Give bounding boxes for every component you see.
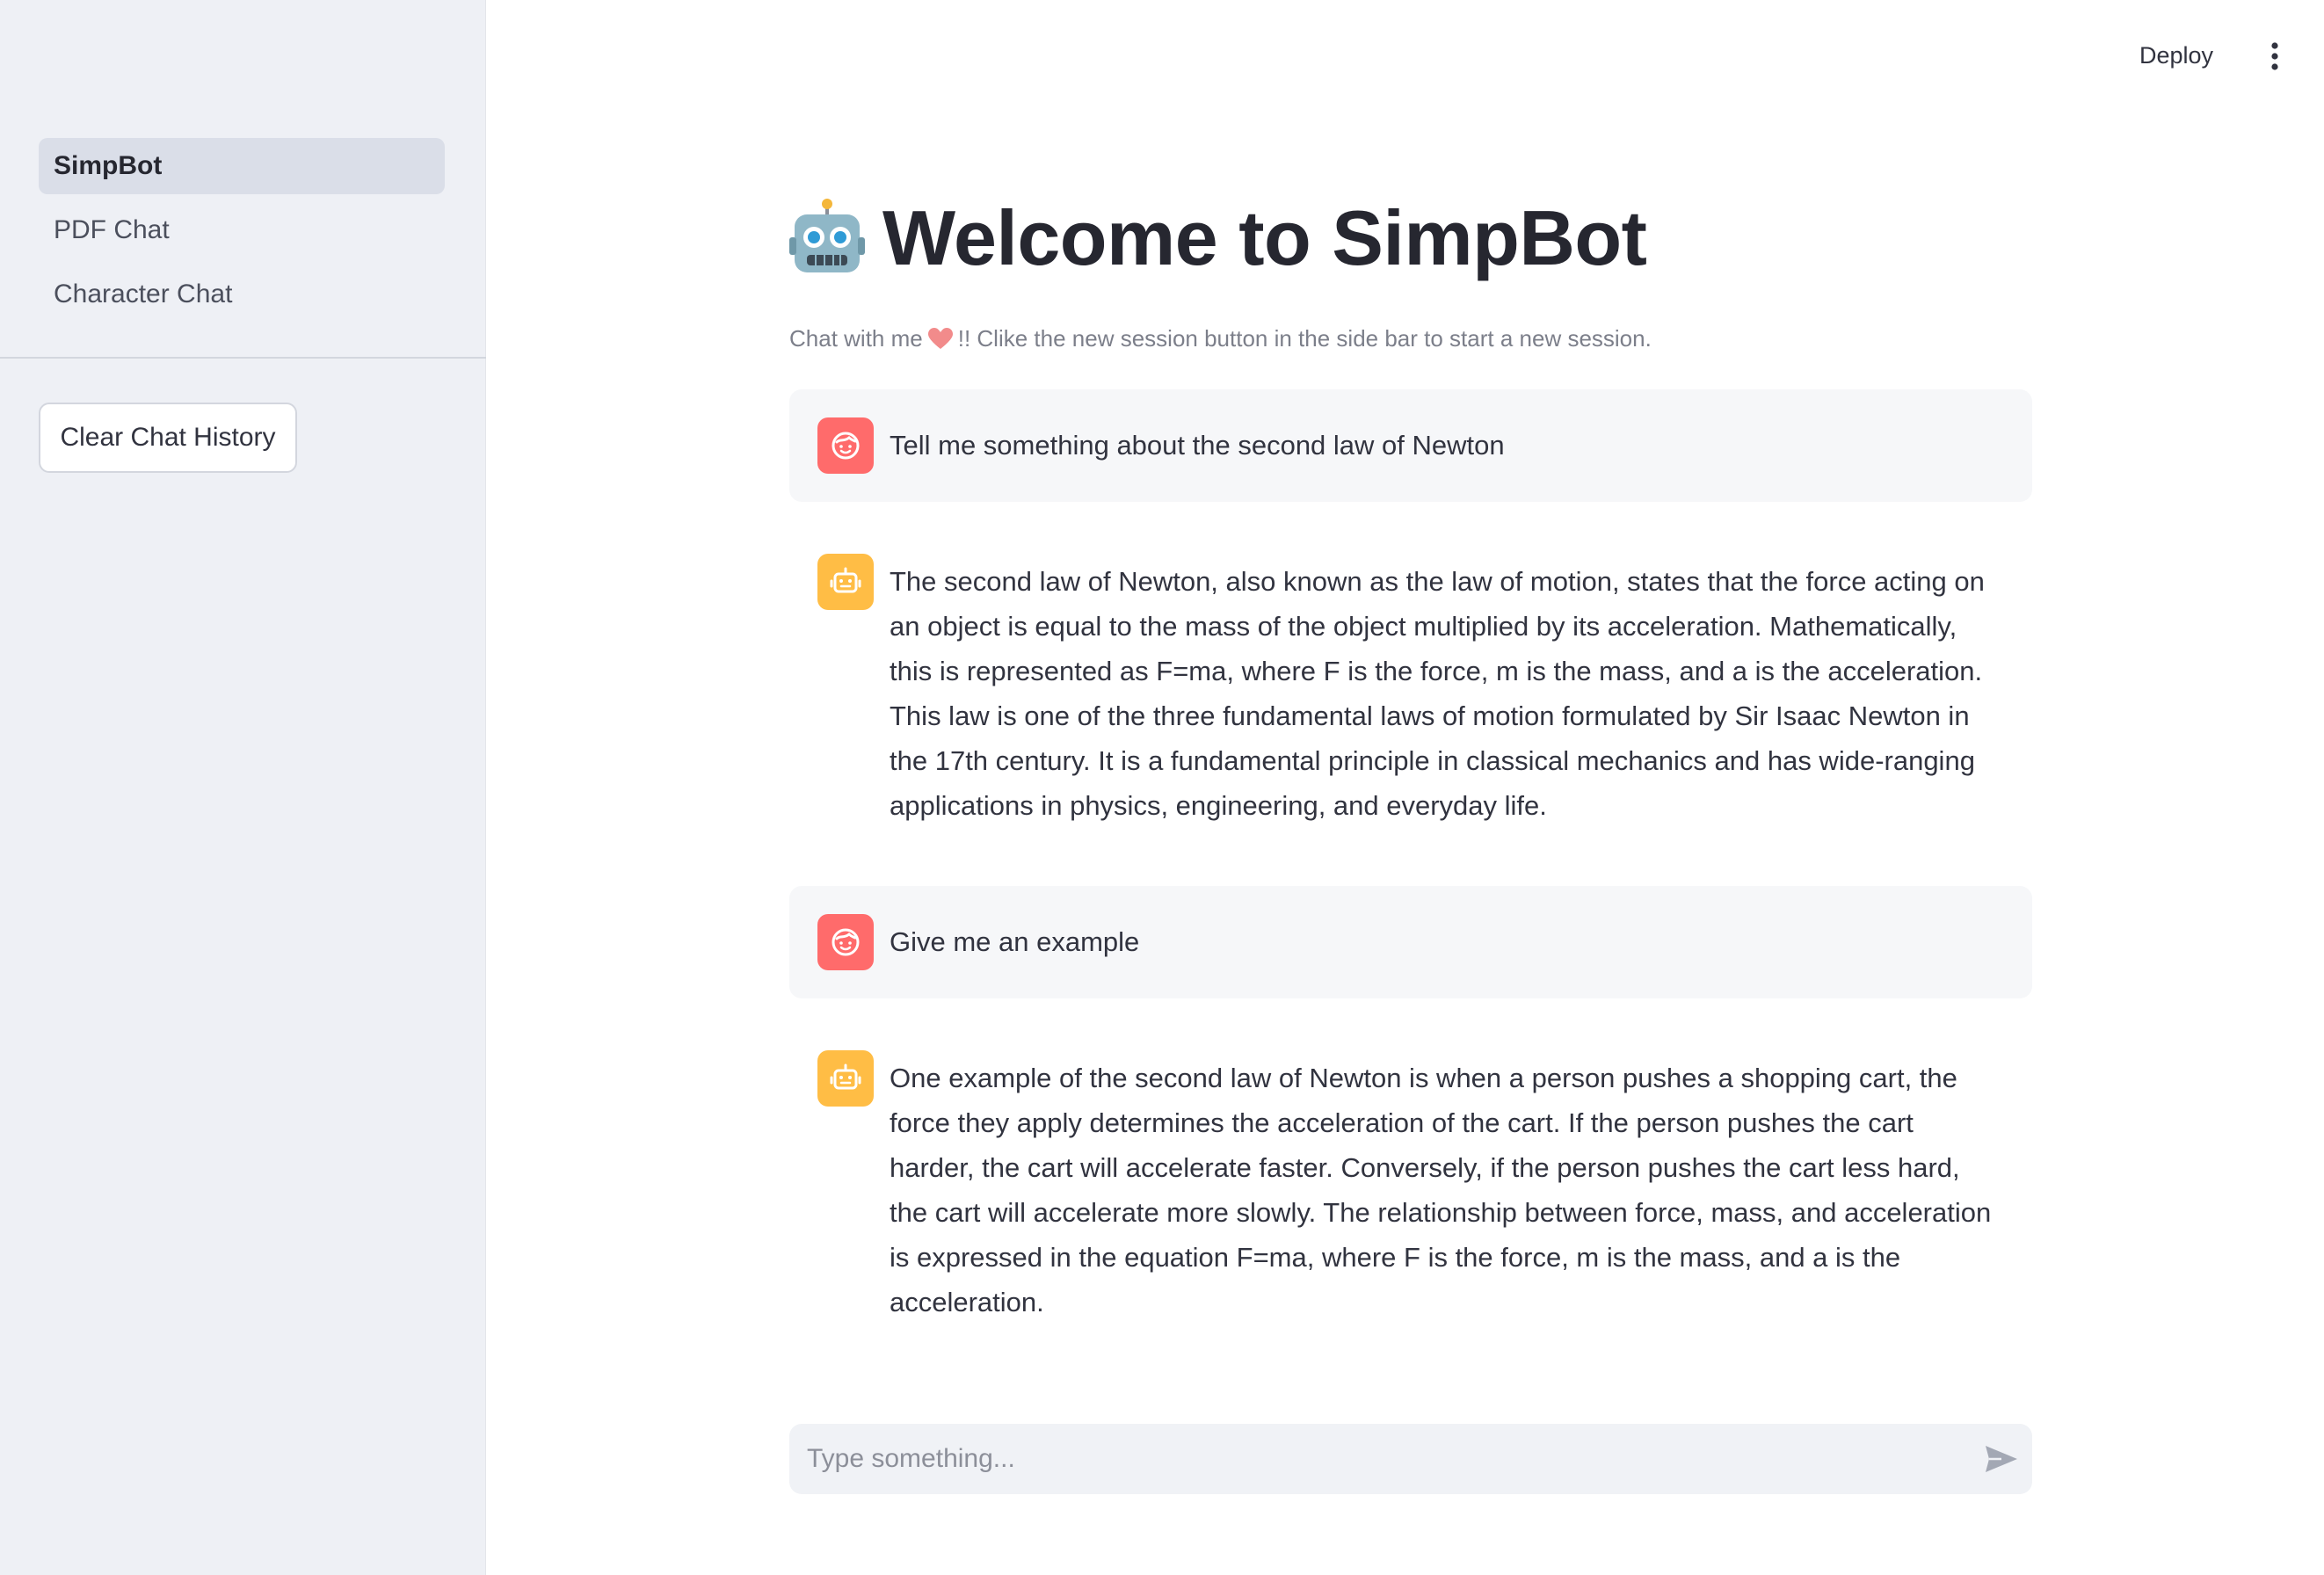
chat-message-assistant: The second law of Newton, also known as … bbox=[789, 526, 2032, 856]
message-text: The second law of Newton, also known as … bbox=[890, 566, 1985, 821]
deploy-button[interactable]: Deploy bbox=[2134, 39, 2219, 73]
sidebar-item-pdf-chat[interactable]: PDF Chat bbox=[39, 202, 445, 258]
sidebar-item-simpbot[interactable]: SimpBot bbox=[39, 138, 445, 194]
clear-chat-history-button[interactable]: Clear Chat History bbox=[39, 403, 297, 473]
kebab-menu-icon[interactable] bbox=[2262, 39, 2287, 74]
sidebar: SimpBot PDF Chat Character Chat Clear Ch… bbox=[0, 0, 486, 1575]
chat-message-assistant: One example of the second law of Newton … bbox=[789, 1022, 2032, 1353]
sidebar-divider bbox=[0, 357, 486, 359]
page-title-row: Welcome to SimpBot bbox=[789, 194, 1647, 281]
message-text: One example of the second law of Newton … bbox=[890, 1063, 1992, 1317]
assistant-avatar-icon bbox=[817, 554, 874, 610]
chat-message-user: Tell me something about the second law o… bbox=[789, 389, 2032, 502]
page-subtitle: Chat with me !! Clike the new session bu… bbox=[789, 325, 1652, 352]
user-avatar-icon bbox=[817, 417, 874, 474]
send-icon[interactable] bbox=[1971, 1424, 2032, 1494]
sidebar-nav: SimpBot PDF Chat Character Chat bbox=[39, 138, 445, 330]
page-title: Welcome to SimpBot bbox=[882, 194, 1647, 281]
subtitle-text-end: !! Clike the new session button in the s… bbox=[957, 325, 1652, 352]
message-text: Tell me something about the second law o… bbox=[890, 430, 1505, 461]
chat-input-container bbox=[789, 1424, 2032, 1494]
chat-message-user: Give me an example bbox=[789, 886, 2032, 998]
message-text: Give me an example bbox=[890, 926, 1140, 957]
heart-emoji-icon bbox=[927, 327, 953, 351]
robot-emoji-icon bbox=[789, 199, 865, 278]
user-avatar-icon bbox=[817, 914, 874, 970]
assistant-avatar-icon bbox=[817, 1050, 874, 1107]
chat-input[interactable] bbox=[789, 1424, 1971, 1494]
subtitle-text-start: Chat with me bbox=[789, 325, 923, 352]
sidebar-item-character-chat[interactable]: Character Chat bbox=[39, 266, 445, 323]
